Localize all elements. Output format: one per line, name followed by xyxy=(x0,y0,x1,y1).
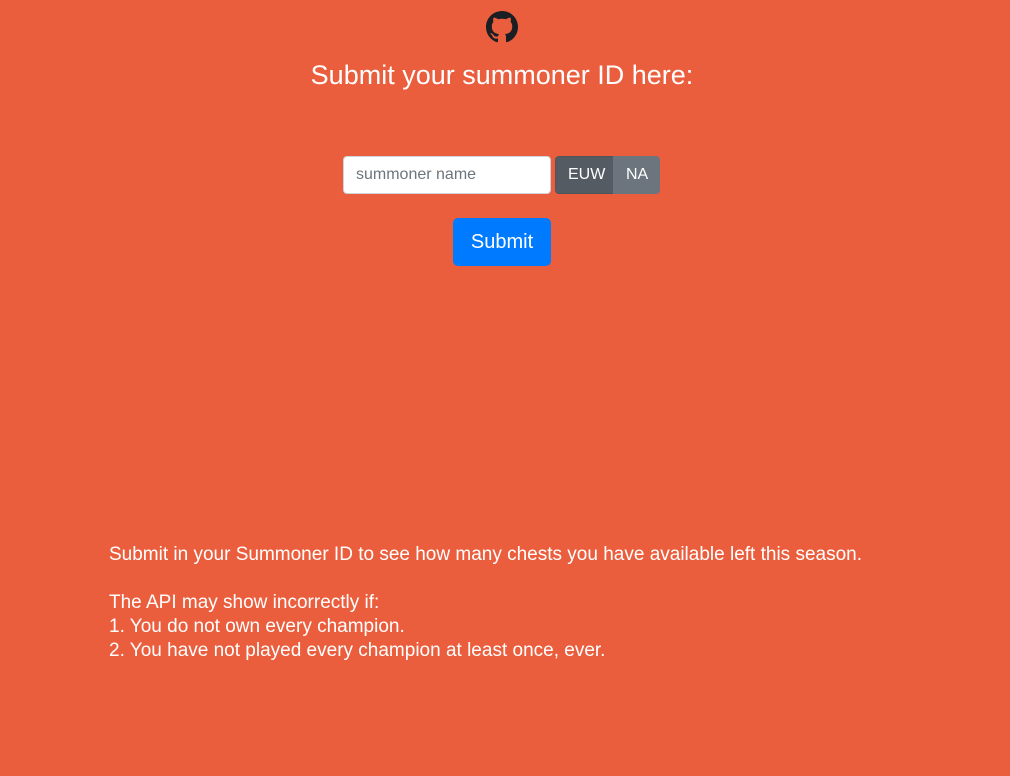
summoner-name-input[interactable] xyxy=(343,156,551,194)
submit-button[interactable]: Submit xyxy=(453,218,551,266)
region-toggle-group: EUW NA xyxy=(555,156,660,194)
caveat-item: 2. You have not played every champion at… xyxy=(109,640,606,661)
github-icon xyxy=(486,11,518,43)
region-button-euw[interactable]: EUW xyxy=(555,156,614,194)
caveat-item: 1. You do not own every champion. xyxy=(109,616,405,637)
info-intro: Submit in your Summoner ID to see how ma… xyxy=(109,544,862,565)
page-title: Submit your summoner ID here: xyxy=(310,60,694,90)
github-link[interactable] xyxy=(486,11,518,43)
info-section: Submit in your Summoner ID to see how ma… xyxy=(109,543,989,663)
caveat-heading: The API may show incorrectly if: xyxy=(109,592,380,613)
region-button-na[interactable]: NA xyxy=(613,156,660,194)
summoner-form: EUW NA xyxy=(343,156,660,194)
